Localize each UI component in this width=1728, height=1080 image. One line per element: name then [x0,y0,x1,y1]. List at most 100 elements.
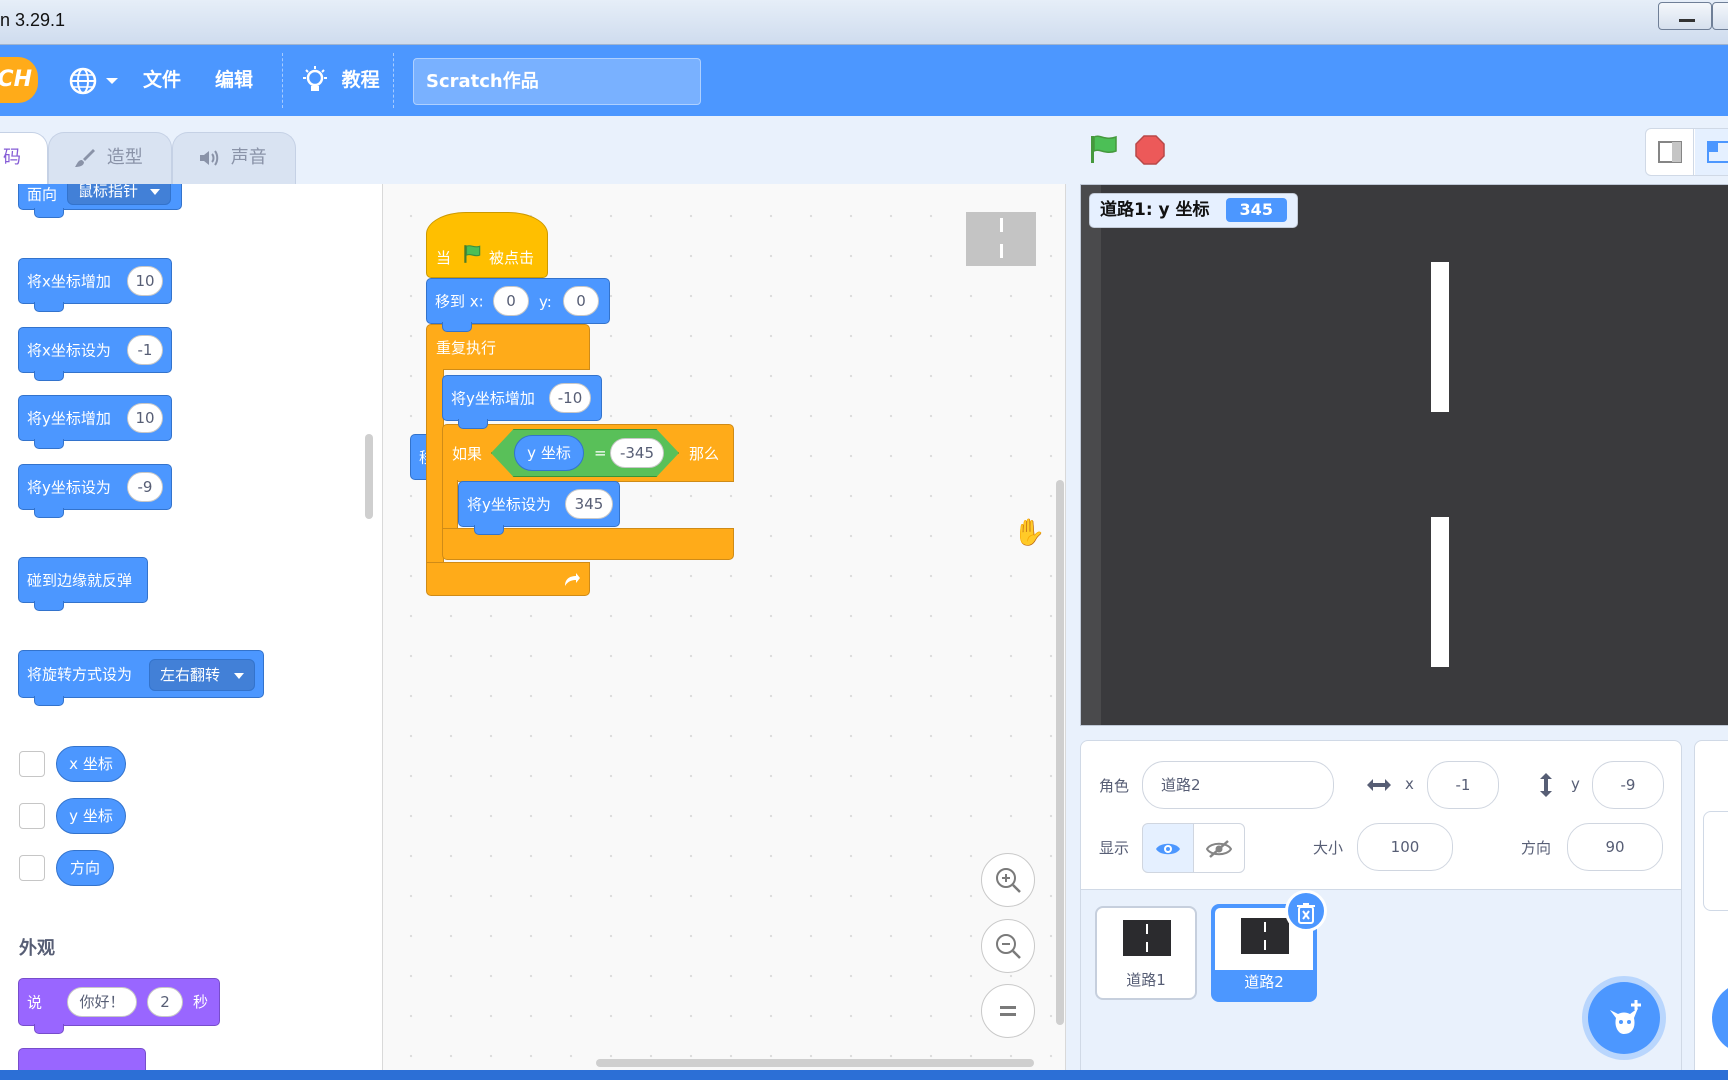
checkbox-y-position[interactable] [19,803,45,829]
checkbox-x-position[interactable] [19,751,45,777]
block-palette: 面向 鼠标指针 将x坐标增加 10 将x坐标设为 -1 将y坐标增加 10 将y… [0,184,383,1070]
tab-costumes[interactable]: 造型 [48,132,172,184]
workspace-horizontal-scrollbar[interactable] [596,1059,1034,1067]
block-change-y[interactable]: 将y坐标增加 -10 [442,375,602,429]
block-change-x[interactable]: 将x坐标增加 10 [18,258,172,312]
block-goto-xy[interactable]: 移到 x: 0 y: 0 [426,278,610,332]
sprite-thumbnail [966,212,1036,266]
stage-canvas[interactable]: 道路1: y 坐标 345 [1080,184,1728,726]
block-change-y[interactable]: 将y坐标增加 10 [18,395,172,449]
project-title-input[interactable]: Scratch作品 [413,58,701,105]
stage-target-card[interactable] [1703,811,1728,911]
hide-sprite-button[interactable] [1193,823,1245,873]
block-label: 说 [27,993,43,1012]
eye-slash-icon [1205,839,1233,858]
direction-label: 方向 [1521,839,1552,857]
input-goto-y[interactable]: 0 [563,286,599,316]
block-label: 将y坐标增加 [451,389,535,408]
input-change-y[interactable]: 10 [127,403,163,433]
block-say-partial[interactable] [18,1048,146,1070]
minimize-icon [1679,19,1695,22]
dropdown-point-towards[interactable]: 鼠标指针 [67,184,171,205]
equals-icon [1000,1006,1016,1016]
checkbox-direction[interactable] [19,855,45,881]
minimize-button[interactable] [1658,2,1712,30]
dropdown-rotation-style[interactable]: 左右翻转 [149,659,255,691]
block-set-x[interactable]: 将x坐标设为 -1 [18,327,172,381]
block-rotation-style[interactable]: 将旋转方式设为 左右翻转 [18,650,264,706]
vertical-arrows-icon [1540,773,1552,797]
chevron-down-icon [105,77,118,84]
zoom-out-button[interactable] [981,919,1035,973]
hand-cursor-icon: ✋ [1013,518,1046,548]
edit-menu[interactable]: 编辑 [215,45,253,116]
script-workspace[interactable]: 移 重复执行 如果 y 坐标 = -345 那么 将y坐标增加 -10 将y坐标… [383,184,1066,1070]
brush-icon [75,149,95,167]
input-goto-x[interactable]: 0 [493,286,529,316]
menu-divider [393,53,394,108]
green-flag-icon [1091,135,1117,163]
globe-icon [69,67,97,94]
input-set-y[interactable]: 345 [565,489,613,519]
language-menu[interactable] [68,45,119,116]
workspace-vertical-scrollbar[interactable] [1056,480,1064,1025]
delete-sprite-button[interactable] [1285,890,1327,932]
sprite-thumbnail [1241,918,1289,954]
y-input[interactable]: -9 [1592,761,1664,809]
maximize-button[interactable] [1712,2,1728,30]
input-change-y[interactable]: -10 [549,383,591,413]
input-change-x[interactable]: 10 [127,266,163,296]
add-sprite-button[interactable] [1588,982,1660,1054]
block-label: 将x坐标增加 [27,272,111,291]
file-menu[interactable]: 文件 [143,45,181,116]
sprite-name-input[interactable]: 道路2 [1142,761,1334,809]
block-say-for-secs[interactable]: 说 你好！ 2 秒 [18,978,220,1034]
tab-sounds[interactable]: 声音 [172,132,296,184]
tab-code[interactable]: 码 [0,132,48,184]
block-set-y[interactable]: 将y坐标设为 345 [458,481,620,535]
block-label: 被点击 [489,249,535,267]
y-label: y [1571,775,1580,793]
tutorials-menu[interactable]: 教程 [301,45,380,116]
block-set-y[interactable]: 将y坐标设为 -9 [18,464,172,518]
input-say-text[interactable]: 你好！ [67,987,137,1017]
block-label: 将y坐标设为 [467,495,551,514]
direction-input[interactable]: 90 [1567,823,1663,871]
menu-bar: TCH 文件 编辑 教程 Scratch作品 [0,45,1728,116]
sprite-card-road1[interactable]: 道路1 [1095,906,1197,1000]
stop-button[interactable] [1134,134,1166,170]
condition-equals[interactable]: y 坐标 = -345 [491,429,679,477]
zoom-in-button[interactable] [981,853,1035,907]
reporter-y-position[interactable]: y 坐标 [514,435,584,471]
show-sprite-button[interactable] [1142,823,1194,873]
input-set-y[interactable]: -9 [127,472,163,502]
lane-mark [1146,924,1148,934]
green-flag-button[interactable] [1086,132,1120,170]
green-flag-icon [464,245,481,263]
sprite-list: 道路1 道路2 [1081,889,1681,1079]
sprite-thumbnail [1123,920,1171,956]
input-condition-value[interactable]: -345 [610,438,664,468]
tab-costumes-label: 造型 [106,147,143,168]
small-stage-button[interactable] [1646,129,1694,175]
category-heading-looks: 外观 [19,938,55,959]
size-input[interactable]: 100 [1357,823,1453,871]
zoom-reset-button[interactable] [981,984,1035,1038]
reporter-direction[interactable]: 方向 [56,850,114,886]
x-input[interactable]: -1 [1427,761,1499,809]
lightbulb-icon [303,65,327,91]
block-point-towards[interactable]: 面向 鼠标指针 [18,184,182,218]
palette-scrollbar[interactable] [365,434,373,519]
reporter-y-position[interactable]: y 坐标 [56,798,126,834]
block-label: 将y坐标设为 [27,478,111,497]
large-stage-button[interactable] [1695,129,1728,175]
reporter-x-position[interactable]: x 坐标 [56,746,126,782]
input-say-secs[interactable]: 2 [147,987,183,1017]
variable-monitor[interactable]: 道路1: y 坐标 345 [1089,193,1298,228]
block-bounce[interactable]: 碰到边缘就反弹 [18,557,148,611]
block-label: 重复执行 [436,339,497,357]
block-if[interactable]: 如果 y 坐标 = -345 那么 [442,424,734,482]
input-set-x[interactable]: -1 [127,335,163,365]
block-when-flag-clicked[interactable]: 当 被点击 [426,212,548,278]
scratch-logo[interactable]: TCH [0,57,38,103]
